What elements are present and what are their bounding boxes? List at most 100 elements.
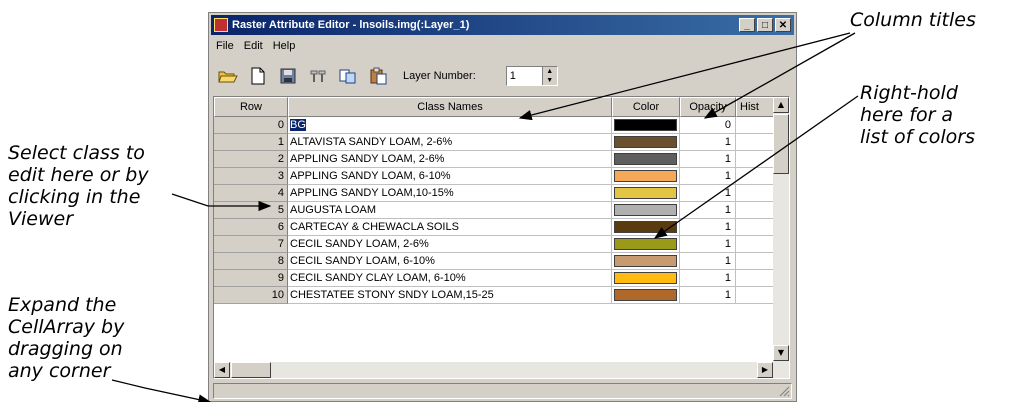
- menu-edit[interactable]: Edit: [239, 40, 268, 52]
- color-cell[interactable]: [612, 270, 680, 287]
- new-page-icon[interactable]: [247, 65, 269, 87]
- close-button[interactable]: ✕: [775, 18, 791, 32]
- scroll-right-button[interactable]: ▶: [757, 362, 773, 378]
- opacity-cell[interactable]: 1: [680, 270, 736, 287]
- table-row[interactable]: 4 APPLING SANDY LOAM,10-15% 1: [214, 185, 774, 202]
- class-name-cell[interactable]: AUGUSTA LOAM: [288, 202, 612, 219]
- opacity-cell[interactable]: 1: [680, 219, 736, 236]
- row-number[interactable]: 1: [214, 134, 288, 151]
- scroll-left-button[interactable]: ◀: [214, 362, 230, 378]
- color-swatch[interactable]: [614, 272, 677, 284]
- row-number[interactable]: 9: [214, 270, 288, 287]
- histogram-cell[interactable]: [736, 134, 774, 151]
- color-cell[interactable]: [612, 185, 680, 202]
- color-cell[interactable]: [612, 151, 680, 168]
- cell-array[interactable]: Row Class Names Color Opacity Hist 0 BG 0 1…: [213, 96, 790, 379]
- opacity-cell[interactable]: 1: [680, 134, 736, 151]
- header-histogram[interactable]: Hist: [736, 97, 774, 117]
- table-row[interactable]: 9 CECIL SANDY CLAY LOAM, 6-10% 1: [214, 270, 774, 287]
- class-name-cell[interactable]: APPLING SANDY LOAM,10-15%: [288, 185, 612, 202]
- table-row[interactable]: 6 CARTECAY & CHEWACLA SOILS 1: [214, 219, 774, 236]
- color-cell[interactable]: [612, 202, 680, 219]
- histogram-cell[interactable]: [736, 253, 774, 270]
- class-name-cell[interactable]: APPLING SANDY LOAM, 6-10%: [288, 168, 612, 185]
- class-name-cell[interactable]: BG: [288, 117, 612, 134]
- histogram-cell[interactable]: [736, 236, 774, 253]
- horizontal-scrollbar[interactable]: ◀ ▶: [214, 362, 773, 378]
- opacity-cell[interactable]: 1: [680, 253, 736, 270]
- histogram-cell[interactable]: [736, 219, 774, 236]
- horizontal-scroll-thumb[interactable]: [231, 362, 271, 378]
- color-swatch[interactable]: [614, 136, 677, 148]
- row-number[interactable]: 8: [214, 253, 288, 270]
- histogram-cell[interactable]: [736, 151, 774, 168]
- histogram-cell[interactable]: [736, 287, 774, 304]
- scroll-down-button[interactable]: ▼: [773, 345, 789, 361]
- color-swatch[interactable]: [614, 204, 677, 216]
- table-row[interactable]: 1 ALTAVISTA SANDY LOAM, 2-6% 1: [214, 134, 774, 151]
- save-icon[interactable]: [277, 65, 299, 87]
- spinner-arrows[interactable]: ▲ ▼: [541, 67, 557, 85]
- resize-grip-icon[interactable]: [778, 385, 790, 397]
- row-number[interactable]: 3: [214, 168, 288, 185]
- color-swatch[interactable]: [614, 289, 677, 301]
- color-swatch[interactable]: [614, 187, 677, 199]
- table-row[interactable]: 8 CECIL SANDY LOAM, 6-10% 1: [214, 253, 774, 270]
- color-swatch[interactable]: [614, 238, 677, 250]
- layer-number-spinner[interactable]: 1 ▲ ▼: [505, 66, 558, 86]
- opacity-cell[interactable]: 1: [680, 168, 736, 185]
- row-number[interactable]: 4: [214, 185, 288, 202]
- color-cell[interactable]: [612, 168, 680, 185]
- row-number[interactable]: 5: [214, 202, 288, 219]
- opacity-cell[interactable]: 1: [680, 151, 736, 168]
- row-number[interactable]: 0: [214, 117, 288, 134]
- header-opacity[interactable]: Opacity: [680, 97, 736, 117]
- color-cell[interactable]: [612, 117, 680, 134]
- opacity-cell[interactable]: 1: [680, 202, 736, 219]
- class-name-cell[interactable]: APPLING SANDY LOAM, 2-6%: [288, 151, 612, 168]
- color-cell[interactable]: [612, 287, 680, 304]
- table-row[interactable]: 2 APPLING SANDY LOAM, 2-6% 1: [214, 151, 774, 168]
- scroll-up-button[interactable]: ▲: [773, 97, 789, 113]
- opacity-cell[interactable]: 1: [680, 185, 736, 202]
- histogram-cell[interactable]: [736, 168, 774, 185]
- row-number[interactable]: 10: [214, 287, 288, 304]
- histogram-cell[interactable]: [736, 270, 774, 287]
- color-swatch[interactable]: [614, 255, 677, 267]
- opacity-cell[interactable]: 1: [680, 236, 736, 253]
- opacity-cell[interactable]: 0: [680, 117, 736, 134]
- maximize-button[interactable]: □: [757, 18, 773, 32]
- class-name-cell[interactable]: CECIL SANDY LOAM, 6-10%: [288, 253, 612, 270]
- class-name-cell[interactable]: CHESTATEE STONY SNDY LOAM,15-25: [288, 287, 612, 304]
- color-swatch[interactable]: [614, 153, 677, 165]
- vertical-scrollbar[interactable]: ▲ ▼: [773, 97, 789, 378]
- histogram-cell[interactable]: [736, 202, 774, 219]
- paste-icon[interactable]: [367, 65, 389, 87]
- row-number[interactable]: 7: [214, 236, 288, 253]
- table-row[interactable]: 10 CHESTATEE STONY SNDY LOAM,15-25 1: [214, 287, 774, 304]
- class-name-cell[interactable]: CECIL SANDY LOAM, 2-6%: [288, 236, 612, 253]
- header-row[interactable]: Row: [214, 97, 288, 117]
- color-cell[interactable]: [612, 219, 680, 236]
- menu-file[interactable]: File: [211, 40, 239, 52]
- row-number[interactable]: 2: [214, 151, 288, 168]
- color-swatch[interactable]: [614, 119, 677, 131]
- header-class-names[interactable]: Class Names: [288, 97, 612, 117]
- table-row[interactable]: 7 CECIL SANDY LOAM, 2-6% 1: [214, 236, 774, 253]
- class-name-cell[interactable]: CARTECAY & CHEWACLA SOILS: [288, 219, 612, 236]
- histogram-cell[interactable]: [736, 185, 774, 202]
- color-swatch[interactable]: [614, 170, 677, 182]
- table-row[interactable]: 0 BG 0: [214, 117, 774, 134]
- criteria-icon[interactable]: [307, 65, 329, 87]
- color-cell[interactable]: [612, 134, 680, 151]
- table-row[interactable]: 5 AUGUSTA LOAM 1: [214, 202, 774, 219]
- title-bar[interactable]: Raster Attribute Editor - lnsoils.img(:L…: [211, 15, 794, 35]
- color-cell[interactable]: [612, 236, 680, 253]
- class-name-cell[interactable]: CECIL SANDY CLAY LOAM, 6-10%: [288, 270, 612, 287]
- opacity-cell[interactable]: 1: [680, 287, 736, 304]
- menu-help[interactable]: Help: [268, 40, 301, 52]
- scroll-thumb[interactable]: [773, 114, 789, 174]
- table-row[interactable]: 3 APPLING SANDY LOAM, 6-10% 1: [214, 168, 774, 185]
- open-folder-icon[interactable]: [217, 65, 239, 87]
- histogram-cell[interactable]: [736, 117, 774, 134]
